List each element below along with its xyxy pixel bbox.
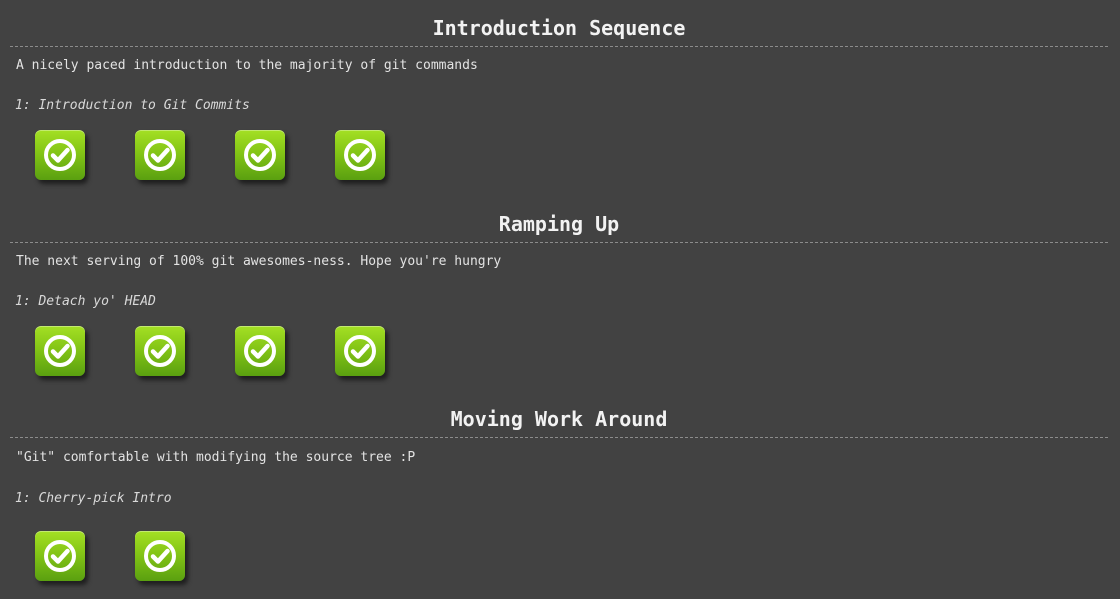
sequence-moving-work-around: Moving Work Around "Git" comfortable wit… bbox=[10, 405, 1108, 581]
sequence-introduction: Introduction Sequence A nicely paced int… bbox=[10, 14, 1108, 180]
level-name: 1: Detach yo' HEAD bbox=[15, 294, 156, 309]
level-button-1[interactable] bbox=[35, 130, 85, 180]
sequence-title: Moving Work Around bbox=[450, 407, 668, 431]
level-button-2[interactable] bbox=[135, 130, 185, 180]
sequence-description: A nicely paced introduction to the major… bbox=[16, 58, 478, 73]
level-button-2[interactable] bbox=[135, 531, 185, 581]
sequence-title: Ramping Up bbox=[498, 212, 620, 236]
level-button-3[interactable] bbox=[235, 326, 285, 376]
sequence-description: The next serving of 100% git awesomes-ne… bbox=[16, 254, 502, 269]
level-name: 1: Introduction to Git Commits bbox=[15, 98, 250, 113]
check-circle-icon bbox=[244, 335, 276, 367]
level-button-2[interactable] bbox=[135, 326, 185, 376]
divider bbox=[10, 46, 1108, 47]
sequence-ramping-up: Ramping Up The next serving of 100% git … bbox=[10, 210, 1108, 376]
level-name: 1: Cherry-pick Intro bbox=[15, 491, 172, 506]
check-circle-icon bbox=[344, 139, 376, 171]
check-circle-icon bbox=[144, 335, 176, 367]
level-button-4[interactable] bbox=[335, 130, 385, 180]
sequence-title: Introduction Sequence bbox=[432, 16, 686, 40]
sequence-description: "Git" comfortable with modifying the sou… bbox=[16, 450, 416, 465]
level-button-4[interactable] bbox=[335, 326, 385, 376]
check-circle-icon bbox=[344, 335, 376, 367]
level-button-1[interactable] bbox=[35, 326, 85, 376]
level-button-1[interactable] bbox=[35, 531, 85, 581]
level-button-3[interactable] bbox=[235, 130, 285, 180]
check-circle-icon bbox=[144, 540, 176, 572]
check-circle-icon bbox=[144, 139, 176, 171]
check-circle-icon bbox=[44, 139, 76, 171]
divider bbox=[10, 242, 1108, 243]
check-circle-icon bbox=[44, 540, 76, 572]
check-circle-icon bbox=[44, 335, 76, 367]
divider bbox=[10, 437, 1108, 438]
check-circle-icon bbox=[244, 139, 276, 171]
